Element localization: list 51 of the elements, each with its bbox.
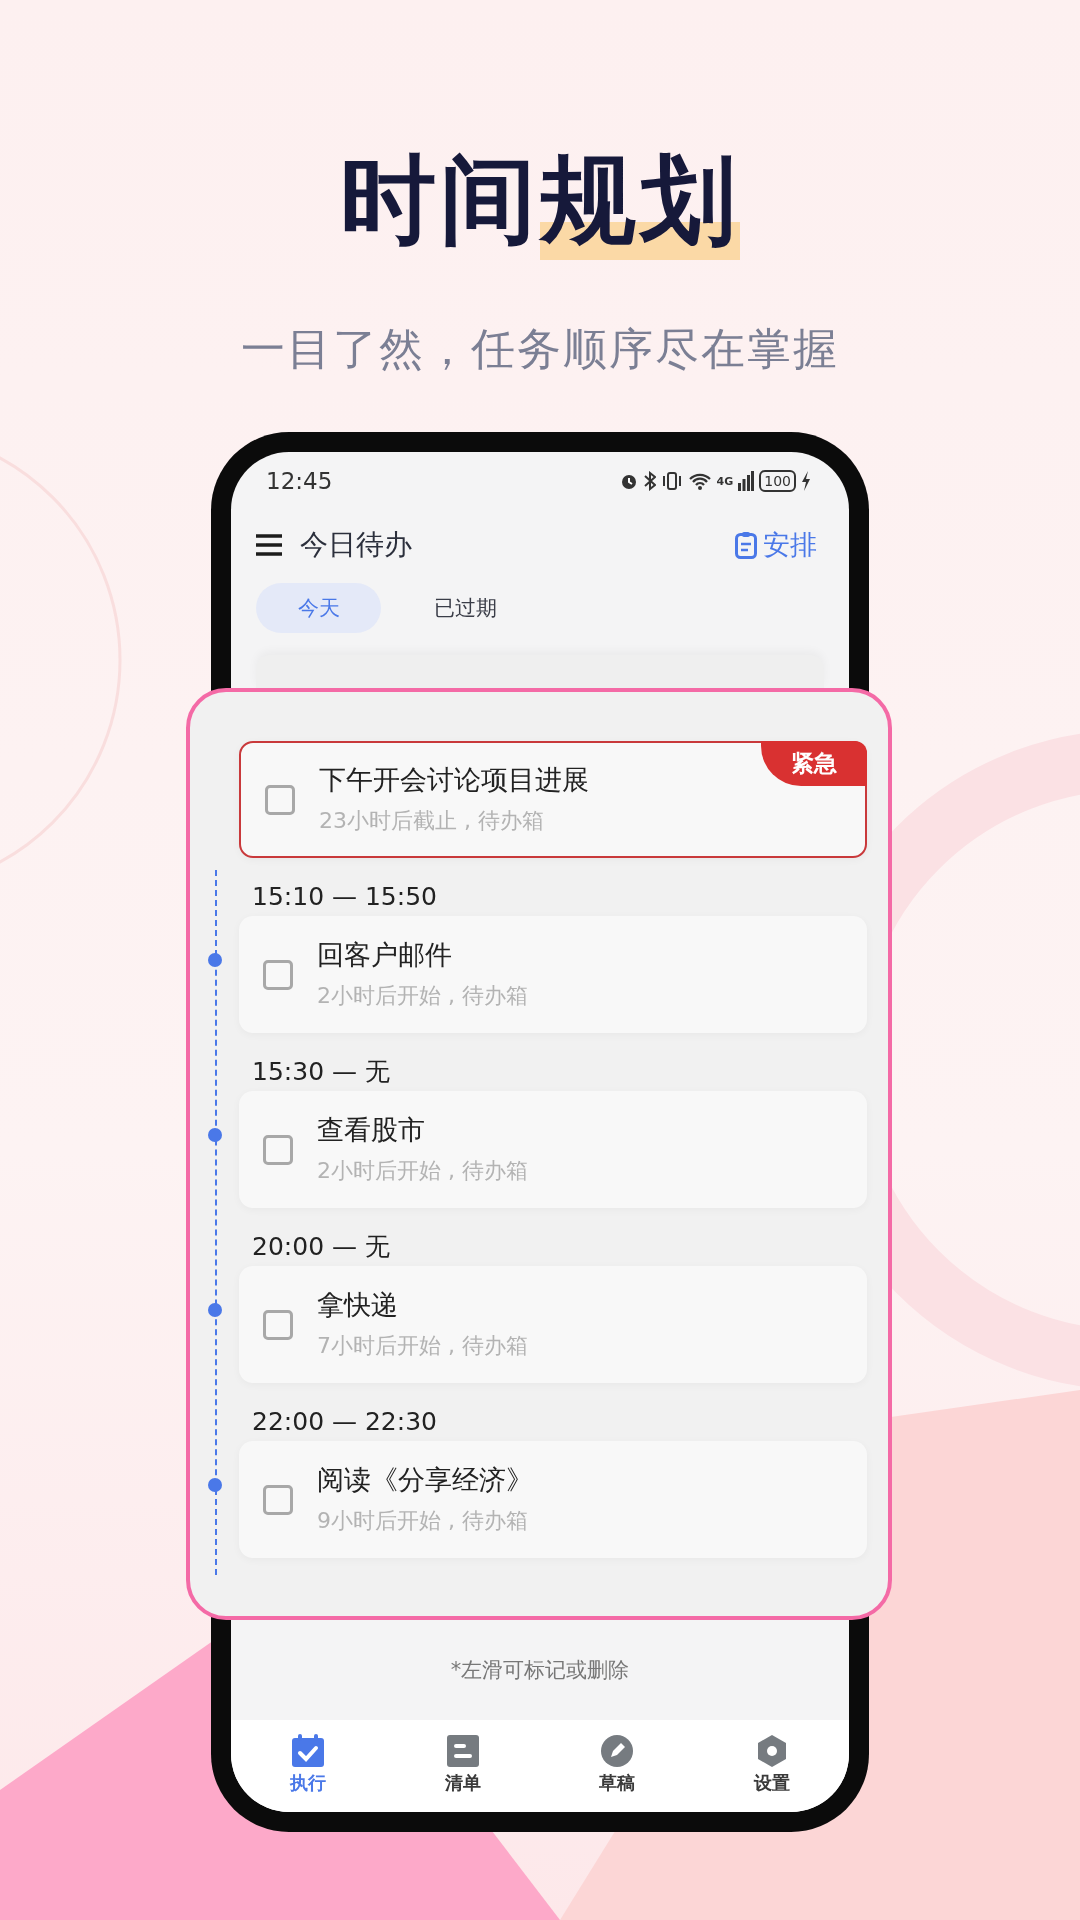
timeline-dot <box>208 1128 222 1142</box>
timeline-dot <box>208 953 222 967</box>
checkbox[interactable] <box>263 959 293 990</box>
nav-item[interactable]: 执行 <box>231 1720 386 1812</box>
timeline-dot <box>208 1303 222 1317</box>
task-title: 阅读《分享经济》 <box>317 1462 533 1497</box>
checkbox[interactable] <box>265 784 295 815</box>
checkbox[interactable] <box>263 1134 293 1165</box>
timeline-dot <box>208 1478 222 1492</box>
time-range: 15:30 — 无 <box>252 1056 391 1088</box>
pencil-icon <box>600 1734 635 1768</box>
page-title: 今日待办 <box>300 527 413 563</box>
checkbox[interactable] <box>263 1484 293 1515</box>
nav-item[interactable]: 清单 <box>385 1720 540 1812</box>
task-detail: 7小时后开始 , 待办箱 <box>317 1331 528 1360</box>
list-icon <box>445 1734 480 1768</box>
urgent-badge: 紧急 <box>761 741 867 786</box>
checkbox[interactable] <box>263 1309 293 1340</box>
time-range: 15:10 — 15:50 <box>252 881 438 913</box>
task-detail: 23小时后截止 , 待办箱 <box>319 806 545 835</box>
bluetooth-icon <box>643 471 656 491</box>
swipe-hint: *左滑可标记或删除 <box>450 1657 630 1684</box>
subtitle: 一目了然，任务顺序尽在掌握 <box>241 322 839 375</box>
signal-icon <box>738 471 755 491</box>
nav-item[interactable]: 设置 <box>694 1720 849 1812</box>
task-detail: 2小时后开始 , 待办箱 <box>317 981 528 1010</box>
clipboard-icon <box>735 531 757 559</box>
time-range: 20:00 — 无 <box>252 1231 391 1263</box>
status-time: 12:45 <box>266 468 333 494</box>
wifi-icon <box>687 471 712 491</box>
charging-icon <box>801 471 811 491</box>
menu-icon[interactable] <box>256 534 282 556</box>
task-card[interactable]: 拿快递 7小时后开始 , 待办箱 <box>239 1266 867 1383</box>
tab[interactable]: 已过期 <box>403 583 528 633</box>
task-card[interactable]: 查看股市 2小时后开始 , 待办箱 <box>239 1091 867 1208</box>
task-title: 回客户邮件 <box>317 937 453 972</box>
time-range: 22:00 — 22:30 <box>252 1406 438 1438</box>
task-title: 拿快递 <box>317 1287 399 1322</box>
battery-level: 100 <box>759 470 796 492</box>
task-detail: 2小时后开始 , 待办箱 <box>317 1156 528 1185</box>
task-card[interactable]: 阅读《分享经济》 9小时后开始 , 待办箱 <box>239 1441 867 1558</box>
nav-item[interactable]: 草稿 <box>540 1720 695 1812</box>
calendar-check-icon <box>291 1734 326 1768</box>
arrange-button[interactable]: 安排 <box>735 527 817 563</box>
network-type: 4G <box>716 474 734 488</box>
task-title: 下午开会讨论项目进展 <box>319 762 589 797</box>
vibrate-icon <box>660 471 683 491</box>
task-detail: 9小时后开始 , 待办箱 <box>317 1506 529 1535</box>
task-card[interactable]: 回客户邮件 2小时后开始 , 待办箱 <box>239 916 867 1033</box>
task-title: 查看股市 <box>317 1112 426 1147</box>
task-card[interactable]: 下午开会讨论项目进展 23小时后截止 , 待办箱 紧急 <box>239 741 867 858</box>
